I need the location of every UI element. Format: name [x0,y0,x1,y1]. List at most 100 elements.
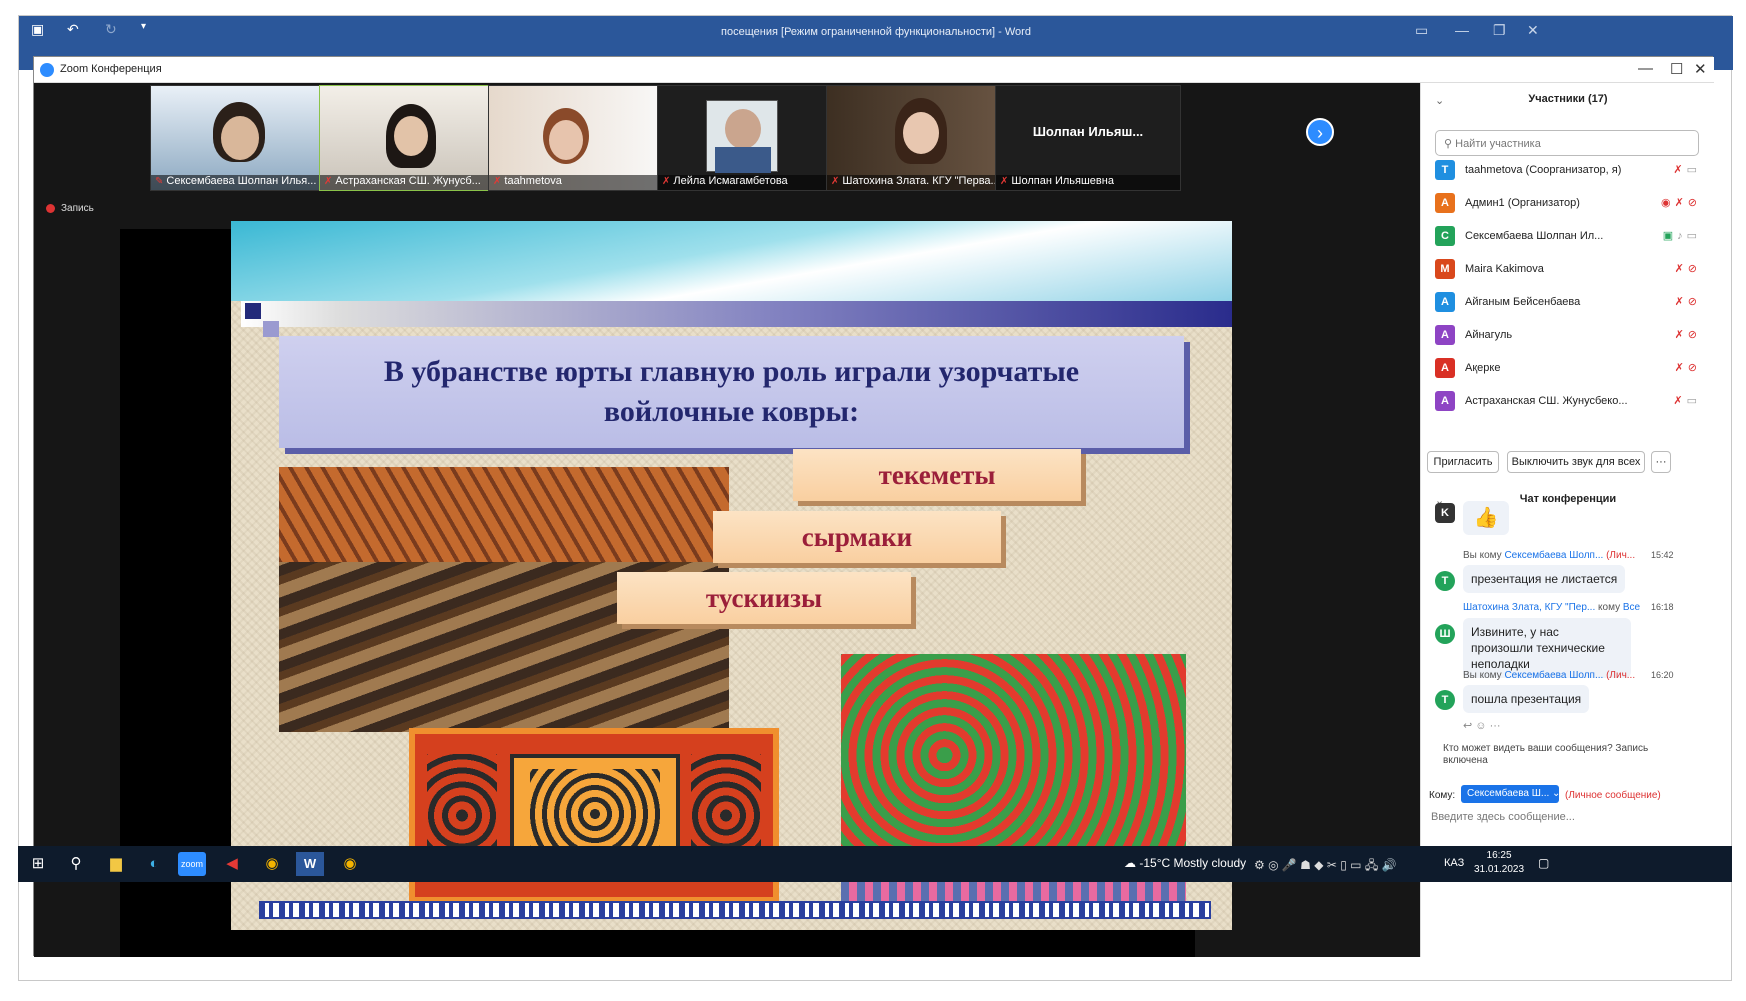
video-tile[interactable]: ✎ Сексембаева Шолпан Илья... [150,85,336,191]
participant-row[interactable]: А Астраханская СШ. Жунусбеко... ✗▭ [1435,386,1705,418]
chat-message-meta: Вы кому Сексембаева Шолп... (Лич... [1463,670,1636,681]
participant-face [394,116,428,156]
word-title: посещения [Режим ограниченной функционал… [721,26,1031,38]
screen-share-icon: ▣ [1662,230,1678,242]
tile-name: Шатохина Злата. КГУ "Перва... [842,175,1000,187]
edge-icon[interactable]: ◐ [140,852,168,876]
clock[interactable]: 16:25 31.01.2023 [1474,849,1524,877]
participant-photo [706,100,778,173]
chat-message-meta: Вы кому Сексембаева Шолп... (Лич... [1463,550,1636,561]
reply-icon: ↩ [1463,720,1473,732]
participant-row[interactable]: С Сексембаева Шолпан Ил... ▣♪▭ [1435,221,1705,253]
participant-face [903,112,939,154]
word-app-icon[interactable]: W [296,852,324,876]
tile-name: Шолпан Ильяшевна [1011,175,1114,187]
participant-name: Астраханская СШ. Жунусбеко... [1465,395,1628,407]
tile-name: Лейла Исмагамбетова [673,175,788,187]
avatar: А [1435,193,1455,213]
recipient-select[interactable]: Сексембаева Ш... ⌄ [1461,785,1560,803]
chat-input[interactable]: Введите здесь сообщение... [1431,811,1575,823]
mic-icon: ♪ [1677,230,1687,242]
decor-square [245,303,261,319]
video-tile[interactable]: Шолпан Ильяш... ✗ Шолпан Ильяшевна [995,85,1181,191]
mic-muted-icon: ✗ [1674,263,1688,275]
mic-muted-icon: ✗ [662,176,671,187]
participant-face [221,116,259,160]
chat-message-meta: Шатохина Злата, КГУ "Пер... кому Все [1463,602,1641,613]
participant-name: Ақерке [1465,362,1501,374]
zoom-logo-icon [40,63,54,77]
taskbar: ⊞ ⚲ ▆ ◐ zoom ◀ ◉ W ◉ ☁ -15°C Mostly clou… [18,846,1732,882]
mic-muted-icon: ✗ [1673,395,1687,407]
decor-square [263,321,279,337]
tile-name: taahmetova [504,175,562,187]
search-icon: ⚲ [1444,138,1456,150]
close-icon[interactable]: ✕ [1694,60,1707,78]
participant-status: ✗▭ [1673,163,1701,176]
clock-date: 31.01.2023 [1474,864,1525,875]
pdf-reader-icon[interactable]: ◀ [218,852,246,876]
minimize-icon[interactable]: — [1455,22,1469,38]
participant-search-input[interactable]: ⚲ Найти участника [1435,130,1699,156]
record-icon [46,203,55,213]
who-can-see-notice[interactable]: Кто может видеть ваши сообщения? Запись … [1443,743,1673,767]
start-icon[interactable]: ⊞ [24,852,52,876]
maximize-icon[interactable]: ❐ [1493,22,1506,39]
participant-status: ◉✗⊘ [1661,196,1701,209]
participant-row[interactable]: M Maira Kakimova ✗⊘ [1435,254,1705,286]
recording-indicator[interactable]: Запись [46,203,94,214]
mic-muted-icon: ✗ [1674,197,1688,209]
ribbon-display-icon[interactable]: ▭ [1415,22,1428,39]
avatar: А [1435,358,1455,378]
emoji-icon: ☺ [1475,720,1487,732]
participant-face [549,120,583,160]
weather-widget[interactable]: ☁ -15°C Mostly cloudy [1124,856,1246,870]
minimize-icon[interactable]: — [1638,60,1653,77]
mic-muted-icon: ✗ [1673,164,1687,176]
video-off-icon: ⊘ [1687,362,1701,374]
participant-row[interactable]: А Айнагуль ✗⊘ [1435,320,1705,352]
chat-time: 16:20 [1651,670,1674,680]
close-icon[interactable]: ✕ [1527,22,1539,39]
more-options-button[interactable]: ··· [1651,451,1671,473]
side-panel: ⌄ Участники (17) ⚲ Найти участника Ttaah… [1420,83,1714,957]
notifications-icon[interactable]: ▢ [1538,856,1549,870]
chrome-icon[interactable]: ◉ [336,852,364,876]
file-explorer-icon[interactable]: ▆ [102,852,130,876]
participant-face [725,109,761,149]
chat-time: 16:18 [1651,602,1674,612]
video-tile[interactable]: ✗ taahmetova [488,85,674,191]
word-title-bar: ▣ ↶ ↻ ▾ посещения [Режим ограниченной фу… [19,16,1733,56]
search-icon[interactable]: ⚲ [62,852,90,876]
avatar: T [1435,571,1455,591]
avatar: А [1435,325,1455,345]
chrome-icon[interactable]: ◉ [258,852,286,876]
zoom-app-icon[interactable]: zoom [178,852,206,876]
participant-row[interactable]: А Админ1 (Организатор) ◉✗⊘ [1435,188,1705,220]
invite-button[interactable]: Пригласить [1427,451,1499,473]
slide-heading: В убранстве юрты главную роль играли узо… [279,336,1184,448]
next-page-button[interactable]: › [1306,118,1334,146]
participant-row[interactable]: А Айганым Бейсенбаева ✗⊘ [1435,287,1705,319]
participant-row[interactable]: Ttaahmetova (Соорганизатор, я) ✗▭ [1435,155,1705,187]
participant-row[interactable]: А Ақерке ✗⊘ [1435,353,1705,385]
video-tile[interactable]: ✗ Лейла Исмагамбетова [657,85,843,191]
participant-name: taahmetova (Соорганизатор, я) [1465,164,1622,176]
video-tile[interactable]: ✗ Астраханская СШ. Жунусб... [319,85,505,191]
maximize-icon[interactable]: ☐ [1670,60,1683,78]
mute-all-button[interactable]: Выключить звук для всех [1507,451,1645,473]
participants-title: Участники (17) [1528,93,1608,105]
tray-icons[interactable]: ⚙ ◎ 🎤 ☗ ◆ ✂ ▯ ▭ 🖧 🔊 [1254,856,1396,877]
clock-time: 16:25 [1486,850,1512,861]
video-icon: ▭ [1686,395,1701,407]
chat-message: пошла презентация [1463,685,1590,713]
video-off-icon: ⊘ [1687,296,1701,308]
tile-name: Астраханская СШ. Жунусб... [335,175,481,187]
video-tile[interactable]: ✗ Шатохина Злата. КГУ "Перва... [826,85,1012,191]
message-actions[interactable]: ↩ ☺ ··· [1463,719,1501,732]
chat-time: 15:42 [1651,550,1674,560]
recording-icon: ◉ [1660,197,1675,209]
pin-icon: ✎ [155,176,164,187]
language-indicator[interactable]: КАЗ [1444,857,1464,869]
ornament-strip [259,901,1211,919]
